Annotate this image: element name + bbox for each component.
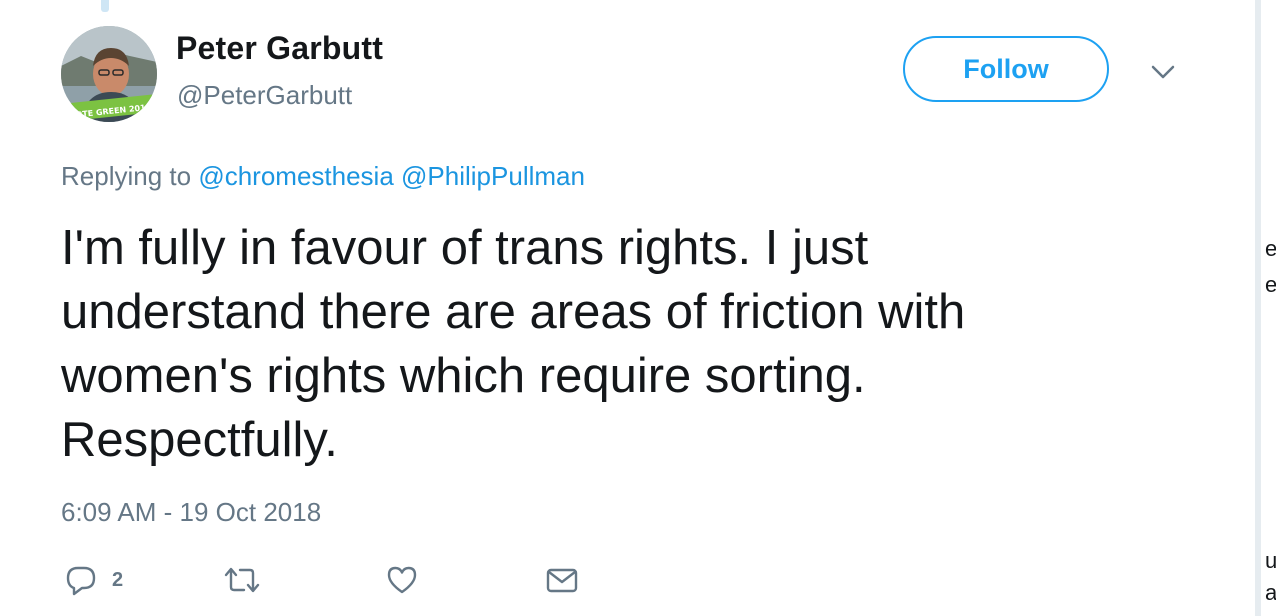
like-button[interactable] <box>385 562 419 598</box>
user-handle[interactable]: @PeterGarbutt <box>177 80 352 111</box>
reply-icon <box>66 566 96 596</box>
avatar[interactable]: VOTE GREEN 2018 <box>61 26 157 122</box>
reply-button[interactable]: 2 <box>64 562 123 598</box>
reply-count: 2 <box>112 568 124 591</box>
mention-link[interactable]: @PhilipPullman <box>401 161 585 191</box>
clipped-sidebar: ec e f ut ac <box>1255 0 1276 616</box>
retweet-icon <box>224 567 260 593</box>
tweet-text-line: Respectfully. <box>61 413 338 467</box>
avatar-photo: VOTE GREEN 2018 <box>61 26 157 122</box>
direct-message-button[interactable] <box>545 562 579 598</box>
tweet-text: I'm fully in favour of trans rights. I j… <box>61 216 1141 472</box>
replying-to: Replying to @chromesthesia @PhilipPullma… <box>61 161 585 192</box>
chevron-down-icon[interactable] <box>1148 60 1178 84</box>
thread-connector <box>101 0 109 12</box>
heart-icon <box>387 566 417 594</box>
clipped-text: e f <box>1265 272 1276 298</box>
retweet-button[interactable] <box>222 562 262 598</box>
replying-to-label: Replying to <box>61 161 192 191</box>
tweet-text-line: I'm fully in favour of trans rights. I j… <box>61 221 869 275</box>
display-name[interactable]: Peter Garbutt <box>176 30 383 67</box>
mention-link[interactable]: @chromesthesia <box>198 161 393 191</box>
tweet-timestamp[interactable]: 6:09 AM - 19 Oct 2018 <box>61 497 321 528</box>
clipped-text: ac <box>1265 580 1276 606</box>
tweet-text-line: women's rights which require sorting. <box>61 349 866 403</box>
envelope-icon <box>546 568 578 593</box>
clipped-text: ut <box>1265 548 1276 574</box>
follow-button[interactable]: Follow <box>903 36 1109 102</box>
tweet-text-line: understand there are areas of friction w… <box>61 285 966 339</box>
clipped-text: ec <box>1265 236 1276 262</box>
